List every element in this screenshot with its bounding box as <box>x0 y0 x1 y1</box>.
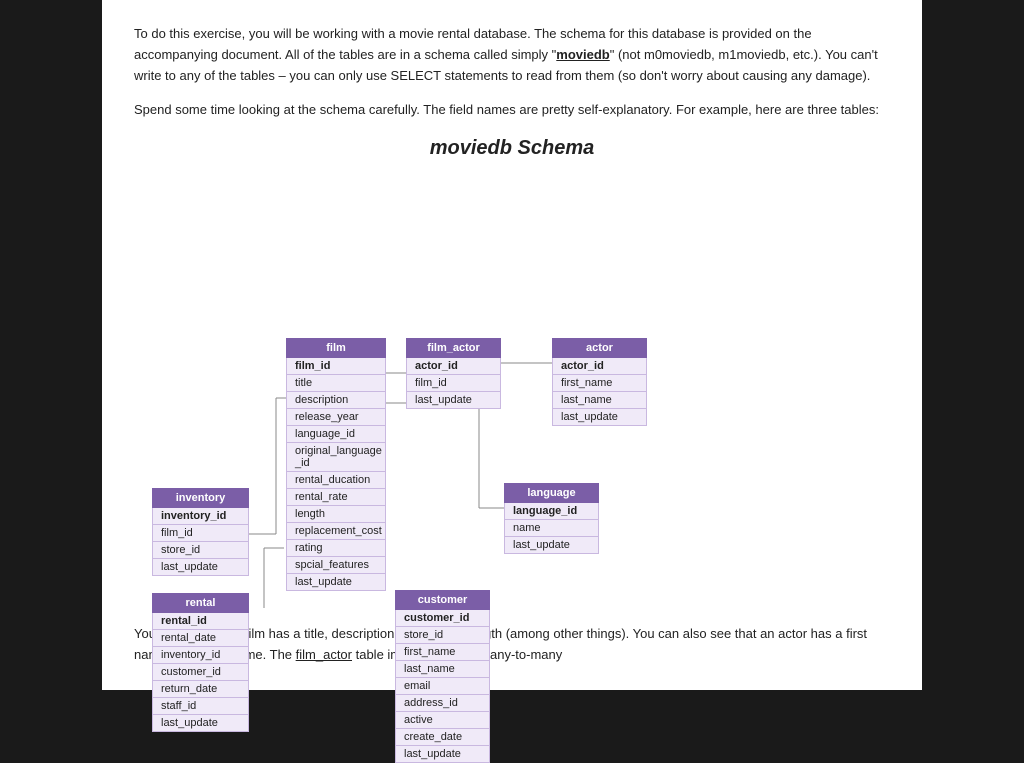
actor-row-first_name: first_name <box>552 375 647 392</box>
customer-table-header: customer <box>395 590 490 610</box>
film-row-last_update: last_update <box>286 574 386 591</box>
inventory-row-last_update: last_update <box>152 559 249 576</box>
film-row-film_id: film_id <box>286 358 386 375</box>
schema-title-text: moviedb Schema <box>430 137 595 159</box>
rental-row-staff_id: staff_id <box>152 698 249 715</box>
rental-row-rental_date: rental_date <box>152 630 249 647</box>
intro-paragraph2: Spend some time looking at the schema ca… <box>134 100 890 121</box>
film-row-language_id: language_id <box>286 426 386 443</box>
actor-row-last_update: last_update <box>552 409 647 426</box>
inventory-table-header: inventory <box>152 488 249 508</box>
language-table: language language_id name last_update <box>504 483 599 554</box>
customer-row-email: email <box>395 678 490 695</box>
rental-row-return_date: return_date <box>152 681 249 698</box>
customer-row-last_update: last_update <box>395 746 490 763</box>
rental-table-header: rental <box>152 593 249 613</box>
film-actor-table-header: film_actor <box>406 338 501 358</box>
rental-row-inventory_id: inventory_id <box>152 647 249 664</box>
schema-section: moviedb Schema <box>134 137 890 608</box>
film-table-header: film <box>286 338 386 358</box>
language-table-header: language <box>504 483 599 503</box>
language-row-last_update: last_update <box>504 537 599 554</box>
film-row-rental_rate: rental_rate <box>286 489 386 506</box>
customer-row-store_id: store_id <box>395 627 490 644</box>
film-row-length: length <box>286 506 386 523</box>
film-actor-table: film_actor actor_id film_id last_update <box>406 338 501 409</box>
film-row-spcial_features: spcial_features <box>286 557 386 574</box>
inventory-row-inventory_id: inventory_id <box>152 508 249 525</box>
schema-title: moviedb Schema <box>134 137 890 160</box>
customer-row-customer_id: customer_id <box>395 610 490 627</box>
customer-table: customer customer_id store_id first_name… <box>395 590 490 763</box>
actor-table-header: actor <box>552 338 647 358</box>
film-actor-row-last_update: last_update <box>406 392 501 409</box>
rental-row-customer_id: customer_id <box>152 664 249 681</box>
film-actor-row-actor_id: actor_id <box>406 358 501 375</box>
actor-table: actor actor_id first_name last_name last… <box>552 338 647 426</box>
film-row-release_year: release_year <box>286 409 386 426</box>
page-container: To do this exercise, you will be working… <box>102 0 922 690</box>
rental-row-last_update: last_update <box>152 715 249 732</box>
actor-row-last_name: last_name <box>552 392 647 409</box>
film-actor-link: film_actor <box>296 647 352 662</box>
inventory-row-store_id: store_id <box>152 542 249 559</box>
customer-row-address_id: address_id <box>395 695 490 712</box>
film-actor-row-film_id: film_id <box>406 375 501 392</box>
customer-row-create_date: create_date <box>395 729 490 746</box>
inventory-row-film_id: film_id <box>152 525 249 542</box>
rental-row-rental_id: rental_id <box>152 613 249 630</box>
intro-paragraph1: To do this exercise, you will be working… <box>134 24 890 86</box>
language-row-name: name <box>504 520 599 537</box>
film-row-replacement_cost: replacement_cost <box>286 523 386 540</box>
customer-row-first_name: first_name <box>395 644 490 661</box>
language-row-language_id: language_id <box>504 503 599 520</box>
customer-row-last_name: last_name <box>395 661 490 678</box>
actor-row-actor_id: actor_id <box>552 358 647 375</box>
film-row-rental_ducation: rental_ducation <box>286 472 386 489</box>
film-row-title: title <box>286 375 386 392</box>
film-row-description: description <box>286 392 386 409</box>
inventory-table: inventory inventory_id film_id store_id … <box>152 488 249 576</box>
film-row-original_language_id: original_language_id <box>286 443 386 472</box>
customer-row-active: active <box>395 712 490 729</box>
film-row-rating: rating <box>286 540 386 557</box>
schema-diagram: film film_id title description release_y… <box>134 178 890 608</box>
film-table: film film_id title description release_y… <box>286 338 386 591</box>
rental-table: rental rental_id rental_date inventory_i… <box>152 593 249 732</box>
